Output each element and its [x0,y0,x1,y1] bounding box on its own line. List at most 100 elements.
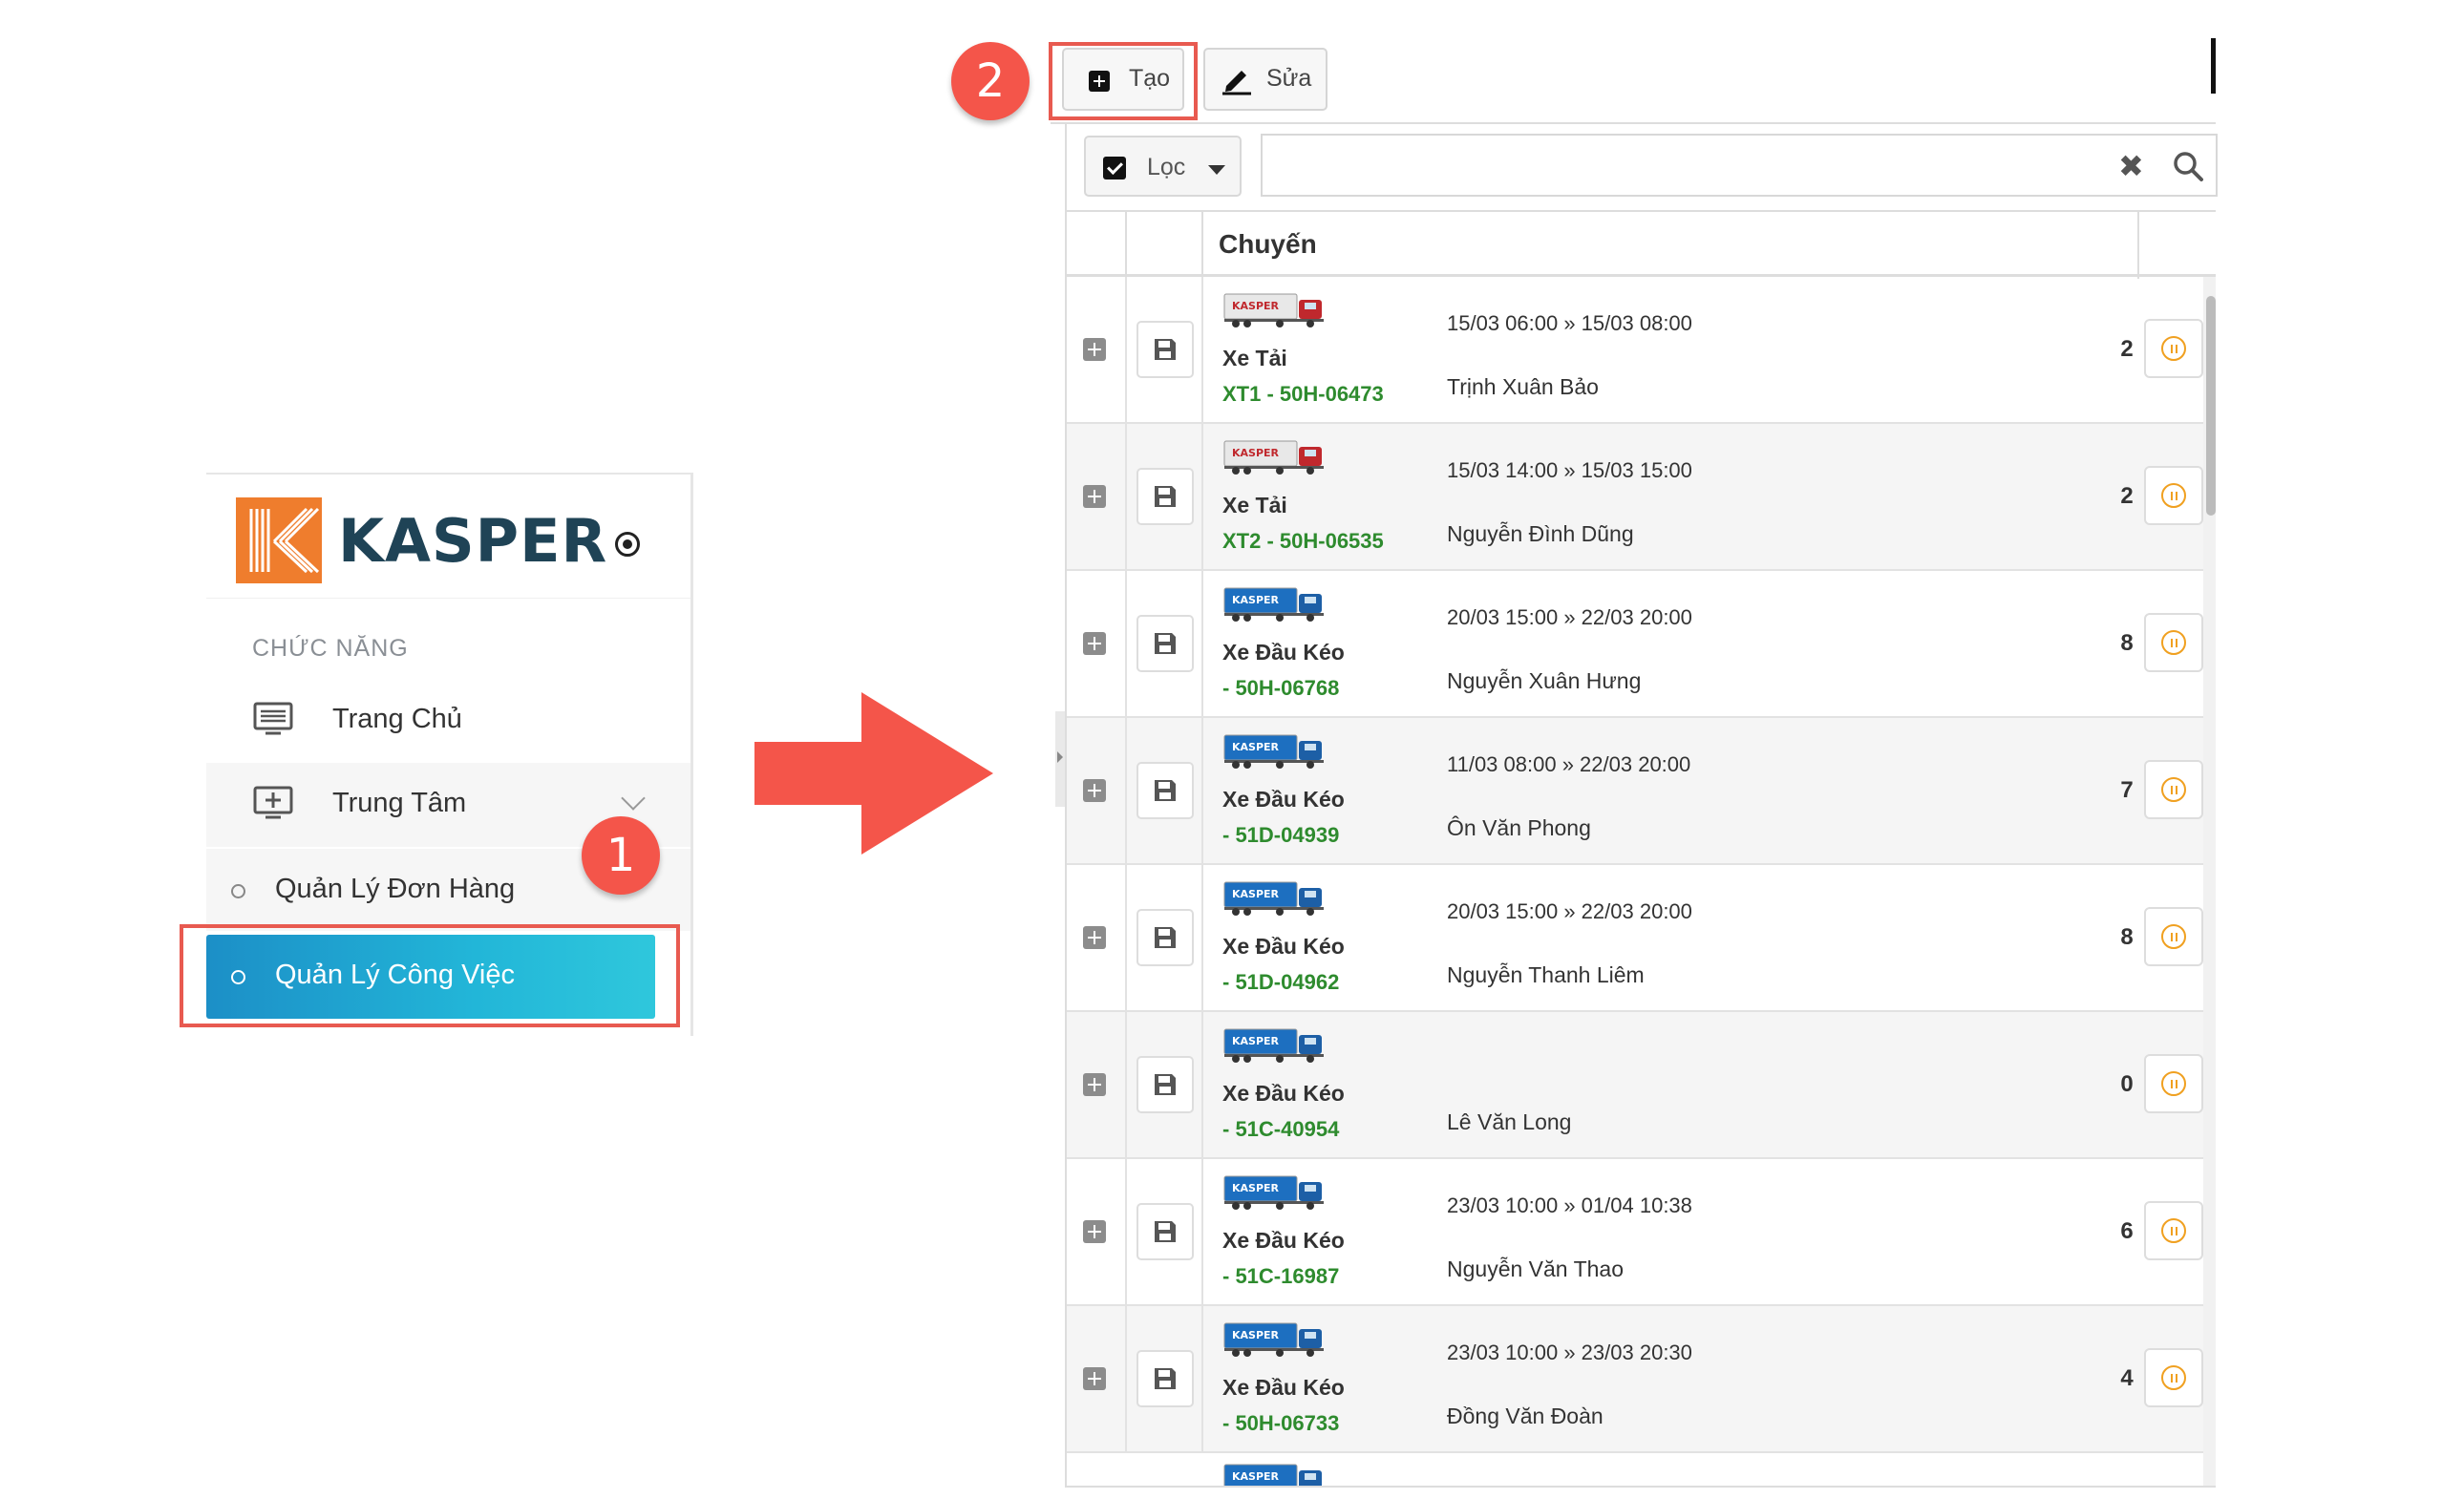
truck-image: KASPER [1222,1461,1329,1486]
svg-text:KASPER: KASPER [1232,594,1280,606]
save-button[interactable] [1136,321,1194,378]
monitor-list-icon [253,702,293,735]
arrow-right-icon [754,692,993,855]
pause-button[interactable] [2144,319,2203,378]
floppy-disk-icon [1155,633,1176,654]
svg-text:KASPER: KASPER [1232,1182,1280,1194]
pause-button[interactable] [2144,466,2203,525]
floppy-disk-icon [1155,780,1176,801]
section-title: CHỨC NĂNG [252,635,409,662]
save-cell [1127,718,1203,863]
pause-button[interactable] [2144,907,2203,966]
table-row[interactable]: KASPER Xe Đầu Kéo - 51D-04962 20/03 15:00 »… [1067,865,2203,1012]
sidebar-toggle-icon[interactable] [615,532,640,557]
save-button[interactable] [1136,1350,1194,1407]
floppy-disk-icon [1155,927,1176,948]
pause-circle-icon [2161,777,2186,802]
edit-button[interactable]: Sửa [1203,48,1328,111]
driver-name: Nguyễn Văn Thao [1447,1256,1624,1281]
expand-plus-icon[interactable] [1083,485,1106,508]
table-row[interactable]: KASPER Xe Đầu Kéo - 51C-16987 23/03 10:00 »… [1067,1159,2203,1306]
vehicle-plate: - 51C-16987 [1222,1264,1340,1288]
pause-button[interactable] [2144,1054,2203,1113]
grid-rows: KASPER Xe Tải XT1 - 50H-06473 15/03 06:00 »… [1067,277,2203,1486]
vehicle-type: Xe Tải [1222,346,1287,370]
save-button[interactable] [1136,468,1194,525]
header-trip-col[interactable]: Chuyến [1203,212,2139,279]
panel-collapse-handle[interactable] [1055,711,1065,807]
expand-plus-icon[interactable] [1083,1220,1106,1243]
expand-plus-icon[interactable] [1083,1073,1106,1096]
trip-time: 23/03 10:00 » 23/03 20:30 [1447,1341,1692,1364]
expand-plus-icon[interactable] [1083,338,1106,361]
vehicle-plate: XT2 - 50H-06535 [1222,529,1384,553]
sidebar-item-home[interactable]: Trang Chủ [206,679,690,763]
table-row[interactable]: KASPER Xe Tải XT1 - 50H-06473 15/03 06:00 »… [1067,277,2203,424]
truck-image: KASPER [1222,584,1329,623]
toolbar: Tạo Sửa [1051,38,2216,124]
trip-grid: Chuyến KASPER Xe Tải XT1 - 50H-06473 15/03 … [1065,210,2216,1488]
highlight-box-create [1049,42,1198,120]
toolbar-edge [2211,38,2216,94]
pause-button[interactable] [2144,1201,2203,1260]
filter-dropdown[interactable]: Lọc [1084,136,1242,197]
table-row-partial: KASPER [1067,1453,2203,1486]
truck-image: KASPER [1222,437,1329,475]
table-row[interactable]: KASPER Xe Đầu Kéo - 50H-06768 20/03 15:00 »… [1067,571,2203,718]
grid-header: Chuyến [1067,210,2216,279]
save-cell [1127,424,1203,569]
vehicle-type: Xe Đầu Kéo [1222,1081,1345,1106]
pause-button[interactable] [2144,1348,2203,1407]
pause-circle-icon [2161,1365,2186,1390]
header-expand-col [1067,212,1127,279]
svg-text:KASPER: KASPER [1232,888,1280,900]
trip-time: 15/03 06:00 » 15/03 08:00 [1447,311,1692,335]
vertical-scrollbar[interactable] [2203,277,2216,1486]
save-cell [1127,571,1203,716]
floppy-disk-icon [1155,1221,1176,1242]
pause-button[interactable] [2144,760,2203,819]
truck-image: KASPER [1222,1172,1329,1211]
expand-plus-icon[interactable] [1083,632,1106,655]
svg-text:KASPER: KASPER [1232,1035,1280,1047]
save-button[interactable] [1136,1203,1194,1260]
header-action-col [1127,212,1203,279]
search-icon[interactable] [2172,150,2204,182]
clear-icon[interactable]: ✖ [2118,148,2144,184]
table-row[interactable]: KASPER Xe Đầu Kéo - 51D-04939 11/03 08:00 »… [1067,718,2203,865]
table-row[interactable]: KASPER Xe Đầu Kéo - 51C-40954 Lê Văn Long 0 [1067,1012,2203,1159]
pause-circle-icon [2161,924,2186,949]
save-cell [1127,1012,1203,1157]
edit-button-label: Sửa [1266,65,1312,92]
search-input[interactable]: ✖ [1261,134,2218,197]
expand-plus-icon[interactable] [1083,779,1106,802]
save-button[interactable] [1136,615,1194,672]
header-trip-label: Chuyến [1219,229,1317,259]
expand-plus-icon[interactable] [1083,926,1106,949]
vehicle-plate: - 50H-06733 [1222,1411,1340,1435]
save-button[interactable] [1136,1056,1194,1113]
svg-text:KASPER: KASPER [1232,741,1280,753]
sidebar-item-label: Trung Tâm [332,788,467,818]
expand-cell [1067,1306,1127,1451]
truck-image: KASPER [1222,878,1329,917]
table-row[interactable]: KASPER Xe Đầu Kéo - 50H-06733 23/03 10:00 »… [1067,1306,2203,1453]
driver-name: Trịnh Xuân Bảo [1447,374,1599,399]
filter-row: Lọc ✖ [1065,124,2218,210]
driver-name: Nguyễn Thanh Liêm [1447,962,1645,987]
vehicle-type: Xe Đầu Kéo [1222,1375,1345,1400]
truck-image: KASPER [1222,731,1329,770]
save-button[interactable] [1136,762,1194,819]
svg-text:KASPER: KASPER [1232,1329,1280,1341]
save-button[interactable] [1136,909,1194,966]
expand-plus-icon[interactable] [1083,1367,1106,1390]
logo-row: KASPER [206,475,690,599]
pause-button[interactable] [2144,613,2203,672]
pause-circle-icon [2161,483,2186,508]
highlight-box-tasks [180,924,680,1027]
trip-time: 20/03 15:00 » 22/03 20:00 [1447,899,1692,923]
kasper-logo-icon [236,497,322,583]
sidebar-item-label: Trang Chủ [332,704,462,734]
table-row[interactable]: KASPER Xe Tải XT2 - 50H-06535 15/03 14:00 »… [1067,424,2203,571]
scrollbar-thumb[interactable] [2206,296,2216,516]
